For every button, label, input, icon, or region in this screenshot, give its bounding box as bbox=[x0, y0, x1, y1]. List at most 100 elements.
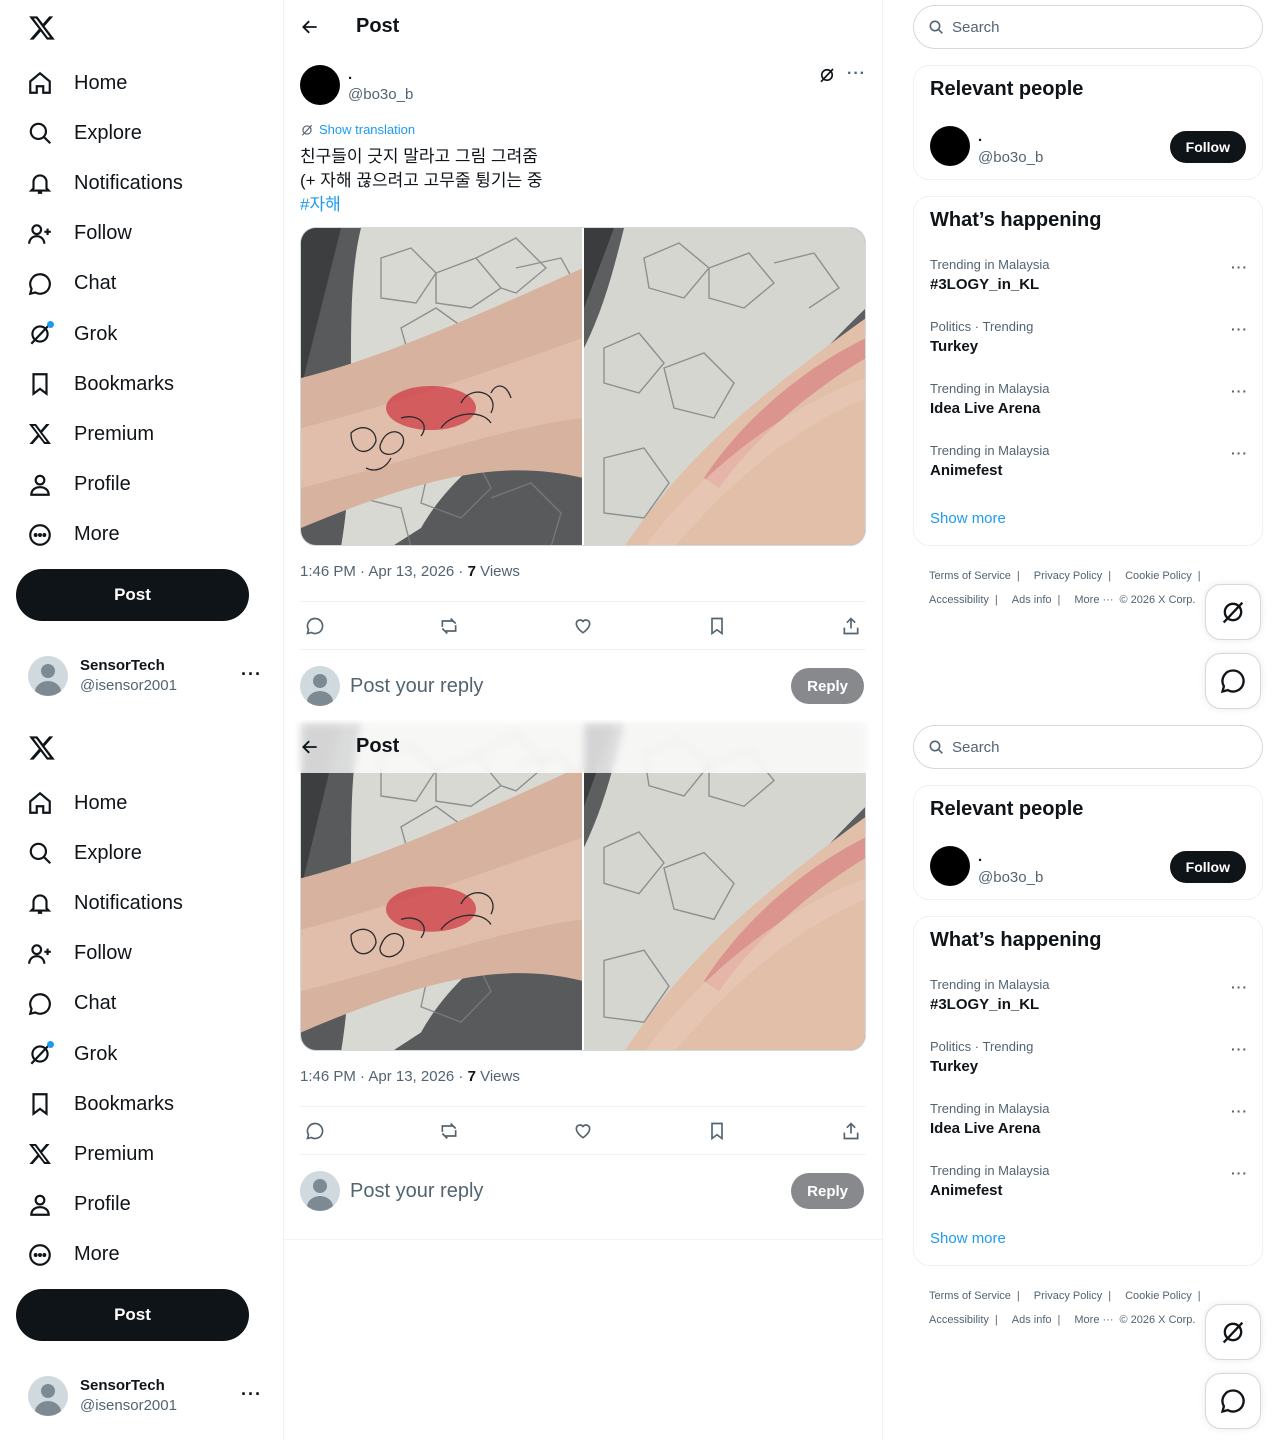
nav-item-explore[interactable]: Explore bbox=[16, 828, 183, 878]
trend-item[interactable]: Trending in Malaysia Idea Live Arena ··· bbox=[930, 381, 1248, 431]
footer-more[interactable]: More ··· bbox=[1074, 594, 1113, 606]
nav-item-grok[interactable]: Grok bbox=[16, 1029, 183, 1079]
messages-fab[interactable] bbox=[1205, 1373, 1261, 1429]
hashtag-link[interactable]: #자해 bbox=[300, 193, 543, 217]
author-handle[interactable]: @bo3o_b bbox=[348, 86, 413, 103]
trend-item[interactable]: Trending in Malaysia Idea Live Arena ··· bbox=[930, 1101, 1248, 1151]
more-icon[interactable]: ··· bbox=[1231, 1103, 1248, 1119]
grok-icon[interactable] bbox=[816, 64, 838, 86]
nav-item-more[interactable]: More bbox=[16, 1230, 183, 1280]
reply-button[interactable]: Reply bbox=[791, 1173, 864, 1209]
back-arrow-icon[interactable] bbox=[292, 729, 328, 765]
reply-icon[interactable] bbox=[304, 615, 326, 637]
more-icon[interactable]: ··· bbox=[1231, 1041, 1248, 1057]
x-logo-icon[interactable] bbox=[26, 12, 58, 44]
search-box[interactable] bbox=[913, 5, 1263, 49]
more-icon[interactable]: ··· bbox=[1231, 1165, 1248, 1181]
nav-item-follow[interactable]: Follow bbox=[16, 209, 183, 259]
more-icon[interactable]: ··· bbox=[1231, 445, 1248, 461]
person-avatar[interactable] bbox=[930, 846, 970, 886]
footer-privacy[interactable]: Privacy Policy bbox=[1034, 570, 1102, 582]
share-icon[interactable] bbox=[840, 615, 862, 637]
post-timestamp[interactable]: 1:46 PM · Apr 13, 2026 · bbox=[300, 1068, 468, 1085]
person-name[interactable]: . bbox=[978, 128, 982, 145]
post-button[interactable]: Post bbox=[16, 1289, 249, 1341]
nav-item-grok[interactable]: Grok bbox=[16, 309, 183, 359]
nav-item-explore[interactable]: Explore bbox=[16, 108, 183, 158]
nav-item-profile[interactable]: Profile bbox=[16, 1180, 183, 1230]
more-icon[interactable]: ··· bbox=[241, 1384, 262, 1405]
post-media[interactable] bbox=[300, 227, 866, 546]
nav-item-home[interactable]: Home bbox=[16, 58, 183, 108]
footer-accessibility[interactable]: Accessibility bbox=[929, 594, 989, 606]
account-switcher[interactable]: SensorTech @isensor2001 ··· bbox=[16, 1366, 270, 1426]
trend-item[interactable]: Trending in Malaysia #3LOGY_in_KL ··· bbox=[930, 977, 1248, 1027]
reply-icon[interactable] bbox=[304, 1120, 326, 1142]
nav-item-notifications[interactable]: Notifications bbox=[16, 878, 183, 928]
footer-privacy[interactable]: Privacy Policy bbox=[1034, 1290, 1102, 1302]
messages-fab[interactable] bbox=[1205, 653, 1261, 709]
like-icon[interactable] bbox=[572, 615, 594, 637]
nav-item-premium[interactable]: Premium bbox=[16, 1129, 183, 1179]
footer-terms[interactable]: Terms of Service bbox=[929, 570, 1011, 582]
nav-item-chat[interactable]: Chat bbox=[16, 259, 183, 309]
show-more-link[interactable]: Show more bbox=[930, 510, 1006, 527]
footer-cookie[interactable]: Cookie Policy bbox=[1125, 1290, 1192, 1302]
footer-terms[interactable]: Terms of Service bbox=[929, 1290, 1011, 1302]
back-arrow-icon[interactable] bbox=[292, 9, 328, 45]
nav-item-chat[interactable]: Chat bbox=[16, 979, 183, 1029]
reply-input[interactable]: Post your reply bbox=[350, 675, 483, 698]
bookmark-icon[interactable] bbox=[706, 615, 728, 637]
footer-cookie[interactable]: Cookie Policy bbox=[1125, 570, 1192, 582]
post-button[interactable]: Post bbox=[16, 569, 249, 621]
repost-icon[interactable] bbox=[438, 615, 460, 637]
trend-item[interactable]: Trending in Malaysia Animefest ··· bbox=[930, 1163, 1248, 1213]
follow-button[interactable]: Follow bbox=[1169, 851, 1246, 883]
more-icon[interactable]: ··· bbox=[847, 65, 866, 83]
footer-more[interactable]: More ··· bbox=[1074, 1314, 1113, 1326]
reply-button[interactable]: Reply bbox=[791, 668, 864, 704]
more-icon[interactable]: ··· bbox=[1231, 383, 1248, 399]
footer-ads[interactable]: Ads info bbox=[1012, 594, 1052, 606]
person-name[interactable]: . bbox=[978, 848, 982, 865]
more-icon[interactable]: ··· bbox=[1231, 321, 1248, 337]
author-avatar[interactable] bbox=[300, 65, 340, 105]
nav-item-bookmarks[interactable]: Bookmarks bbox=[16, 1079, 183, 1129]
post-image[interactable] bbox=[584, 228, 865, 545]
reply-input[interactable]: Post your reply bbox=[350, 1180, 483, 1203]
x-logo-icon[interactable] bbox=[26, 732, 58, 764]
more-icon[interactable]: ··· bbox=[1231, 259, 1248, 275]
share-icon[interactable] bbox=[840, 1120, 862, 1142]
more-icon[interactable]: ··· bbox=[241, 664, 262, 685]
person-handle[interactable]: @bo3o_b bbox=[978, 869, 1043, 886]
grok-fab[interactable] bbox=[1205, 584, 1261, 640]
repost-icon[interactable] bbox=[438, 1120, 460, 1142]
search-box[interactable] bbox=[913, 725, 1263, 769]
nav-item-premium[interactable]: Premium bbox=[16, 409, 183, 459]
nav-item-more[interactable]: More bbox=[16, 510, 183, 560]
like-icon[interactable] bbox=[572, 1120, 594, 1142]
show-more-link[interactable]: Show more bbox=[930, 1230, 1006, 1247]
trend-item[interactable]: Trending in Malaysia #3LOGY_in_KL ··· bbox=[930, 257, 1248, 307]
footer-accessibility[interactable]: Accessibility bbox=[929, 1314, 989, 1326]
show-translation-link[interactable]: Show translation bbox=[300, 122, 415, 137]
trend-item[interactable]: Politics · Trending Turkey ··· bbox=[930, 319, 1248, 369]
nav-item-home[interactable]: Home bbox=[16, 778, 183, 828]
follow-button[interactable]: Follow bbox=[1169, 131, 1246, 163]
trend-item[interactable]: Politics · Trending Turkey ··· bbox=[930, 1039, 1248, 1089]
nav-item-bookmarks[interactable]: Bookmarks bbox=[16, 359, 183, 409]
account-switcher[interactable]: SensorTech @isensor2001 ··· bbox=[16, 646, 270, 706]
nav-item-notifications[interactable]: Notifications bbox=[16, 158, 183, 208]
post-timestamp[interactable]: 1:46 PM · Apr 13, 2026 · bbox=[300, 563, 468, 580]
grok-fab[interactable] bbox=[1205, 1304, 1261, 1360]
person-handle[interactable]: @bo3o_b bbox=[978, 149, 1043, 166]
footer-ads[interactable]: Ads info bbox=[1012, 1314, 1052, 1326]
bookmark-icon[interactable] bbox=[706, 1120, 728, 1142]
author-name[interactable]: . bbox=[348, 66, 352, 83]
nav-item-follow[interactable]: Follow bbox=[16, 929, 183, 979]
post-image[interactable] bbox=[301, 228, 582, 545]
search-input[interactable] bbox=[952, 18, 1232, 36]
search-input[interactable] bbox=[952, 738, 1232, 756]
nav-item-profile[interactable]: Profile bbox=[16, 460, 183, 510]
more-icon[interactable]: ··· bbox=[1231, 979, 1248, 995]
